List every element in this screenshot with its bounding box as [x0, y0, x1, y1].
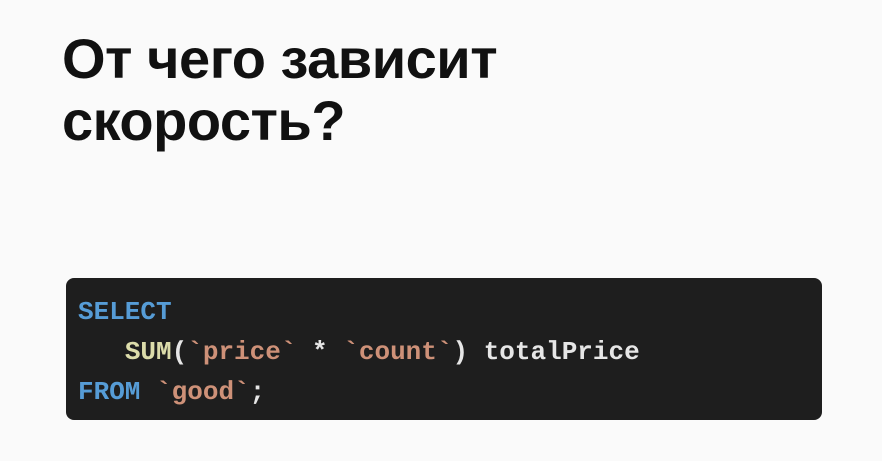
identifier-count: `count`: [343, 337, 453, 367]
code-line-select: SELECT: [78, 292, 822, 332]
identifier-good: `good`: [156, 377, 250, 407]
statement-terminator: ;: [249, 377, 266, 407]
identifier-price: `price`: [187, 337, 297, 367]
code-line-from: FROM `good`;: [78, 372, 822, 412]
slide-title: От чего зависит скорость?: [62, 27, 498, 152]
alias-totalprice: totalPrice: [468, 337, 640, 367]
slide-title-line-1: От чего зависит: [62, 27, 498, 90]
open-paren: (: [171, 337, 188, 367]
code-line-sum: SUM(`price` * `count`) totalPrice: [78, 332, 822, 372]
close-paren: ): [452, 337, 469, 367]
sql-code-block: SELECT SUM(`price` * `count`) totalPrice…: [66, 278, 822, 420]
keyword-select: SELECT: [78, 297, 172, 327]
keyword-from: FROM: [78, 377, 141, 407]
function-sum: SUM: [124, 337, 172, 367]
slide-title-line-2: скорость?: [62, 89, 346, 152]
multiply-operator: *: [296, 337, 344, 367]
